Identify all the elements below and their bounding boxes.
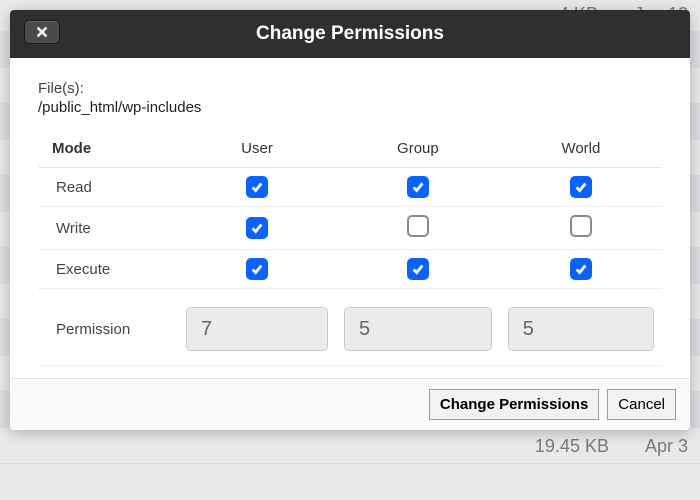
change-permissions-dialog: Change Permissions File(s): /public_html… bbox=[10, 10, 690, 430]
bg-date: Apr 3 bbox=[645, 428, 688, 463]
files-label: File(s): bbox=[38, 80, 662, 97]
row-write: Write bbox=[38, 207, 662, 250]
checkbox-write-world[interactable] bbox=[570, 215, 592, 237]
cancel-button[interactable]: Cancel bbox=[607, 389, 676, 420]
col-group: Group bbox=[336, 130, 500, 168]
checkbox-execute-user[interactable] bbox=[246, 258, 268, 280]
col-user: User bbox=[178, 130, 336, 168]
permission-user-input[interactable] bbox=[186, 307, 328, 351]
row-read-label: Read bbox=[38, 168, 178, 207]
row-read: Read bbox=[38, 168, 662, 207]
checkbox-execute-group[interactable] bbox=[407, 258, 429, 280]
row-execute: Execute bbox=[38, 250, 662, 289]
row-permission: Permission bbox=[38, 289, 662, 366]
submit-button[interactable]: Change Permissions bbox=[429, 389, 599, 420]
dialog-title: Change Permissions bbox=[256, 23, 444, 45]
checkbox-write-group[interactable] bbox=[407, 215, 429, 237]
col-world: World bbox=[500, 130, 662, 168]
checkbox-read-world[interactable] bbox=[570, 176, 592, 198]
close-icon bbox=[35, 25, 49, 39]
dialog-titlebar: Change Permissions bbox=[10, 10, 690, 58]
permission-label: Permission bbox=[38, 289, 178, 366]
checkbox-read-group[interactable] bbox=[407, 176, 429, 198]
permission-world-input[interactable] bbox=[508, 307, 654, 351]
permission-group-input[interactable] bbox=[344, 307, 492, 351]
dialog-footer: Change Permissions Cancel bbox=[10, 378, 690, 430]
row-execute-label: Execute bbox=[38, 250, 178, 289]
col-mode: Mode bbox=[38, 130, 178, 168]
bg-size: 19.45 KB bbox=[535, 428, 609, 463]
files-path: /public_html/wp-includes bbox=[38, 99, 662, 116]
checkbox-write-user[interactable] bbox=[246, 217, 268, 239]
checkbox-read-user[interactable] bbox=[246, 176, 268, 198]
close-button[interactable] bbox=[24, 20, 60, 44]
checkbox-execute-world[interactable] bbox=[570, 258, 592, 280]
permissions-table: Mode User Group World Read Write bbox=[38, 130, 662, 366]
background-file-row: 19.45 KB Apr 3 bbox=[0, 428, 700, 464]
row-write-label: Write bbox=[38, 207, 178, 250]
